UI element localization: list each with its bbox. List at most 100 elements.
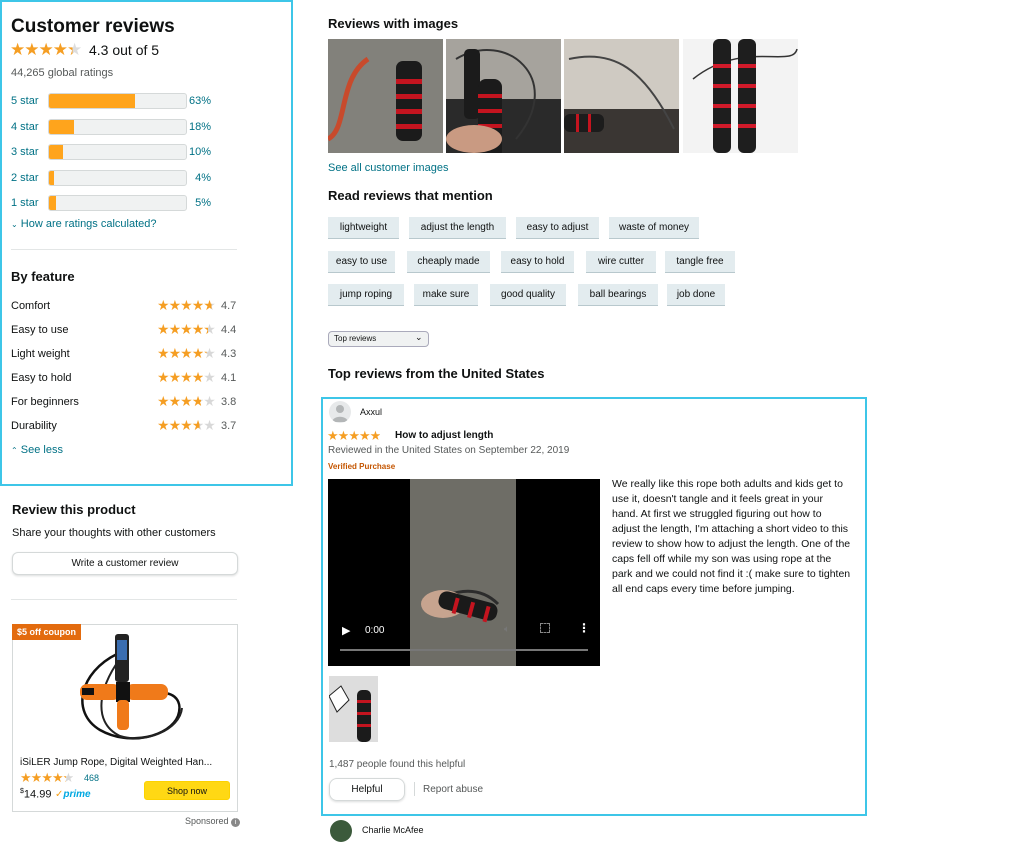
- mention-chip[interactable]: wire cutter: [586, 251, 656, 273]
- star-icon: ★: [358, 428, 371, 443]
- ad-rating-count[interactable]: 468: [84, 773, 99, 783]
- star-icon: ★: [203, 393, 216, 409]
- feature-stars-icon: ★★★★★: [157, 297, 216, 314]
- avatar-icon[interactable]: [330, 820, 352, 842]
- histogram-percent[interactable]: 5%: [171, 197, 211, 209]
- star-icon: ★: [180, 345, 193, 361]
- histogram-bar[interactable]: [48, 195, 187, 211]
- histogram-percent[interactable]: 4%: [171, 172, 211, 184]
- sort-reviews-select[interactable]: Top reviews: [328, 331, 429, 347]
- star-icon: ★: [348, 428, 360, 443]
- feature-name: Light weight: [11, 348, 70, 360]
- review-rating-stars-icon[interactable]: ★★★★★: [327, 428, 382, 444]
- mention-chip[interactable]: make sure: [414, 284, 478, 306]
- star-icon: ★: [180, 321, 193, 337]
- helpful-button[interactable]: Helpful: [329, 778, 405, 801]
- see-less-label[interactable]: See less: [21, 444, 63, 456]
- info-icon[interactable]: i: [231, 818, 241, 827]
- review-image-thumbnail[interactable]: [328, 39, 443, 153]
- histogram-percent[interactable]: 63%: [171, 95, 211, 107]
- prime-label: prime: [63, 789, 91, 800]
- star-icon: ★: [41, 770, 53, 785]
- star-icon: ★: [203, 369, 216, 385]
- histogram-row[interactable]: 1 star 5%: [11, 195, 281, 211]
- see-less-link[interactable]: ⌃ See less: [11, 444, 63, 456]
- star-icon: ★: [51, 770, 64, 785]
- mention-chip[interactable]: adjust the length: [409, 217, 506, 239]
- star-icon: ★: [191, 369, 205, 385]
- fullscreen-icon[interactable]: [540, 623, 550, 633]
- star-full-icon: ★: [10, 40, 25, 59]
- star-icon: ★: [180, 297, 193, 313]
- jump-rope-product-image[interactable]: [60, 632, 190, 750]
- star-icon: ★: [157, 369, 170, 385]
- histogram-row[interactable]: 4 star 18%: [11, 119, 281, 135]
- ad-product-title[interactable]: iSiLER Jump Rope, Digital Weighted Han..…: [20, 757, 230, 768]
- how-ratings-calculated-link[interactable]: ⌄ How are ratings calculated?: [11, 218, 157, 230]
- star-icon: ★: [157, 297, 170, 313]
- mention-chip[interactable]: jump roping: [328, 284, 404, 306]
- star-icon: ★: [168, 393, 182, 409]
- verified-purchase-badge: Verified Purchase: [328, 462, 396, 471]
- ad-price: $14.99: [20, 788, 51, 801]
- customer-reviews-title: Customer reviews: [11, 16, 175, 37]
- histogram-label[interactable]: 2 star: [11, 172, 39, 184]
- play-icon[interactable]: ▶: [342, 624, 350, 637]
- histogram-label[interactable]: 3 star: [11, 146, 39, 158]
- write-review-button[interactable]: Write a customer review: [12, 552, 238, 575]
- histogram-bar[interactable]: [48, 170, 187, 186]
- ad-price-value: 14.99: [23, 788, 52, 801]
- mention-chip[interactable]: tangle free: [665, 251, 735, 273]
- star-icon: ★: [337, 428, 350, 443]
- mention-chip[interactable]: easy to adjust: [516, 217, 599, 239]
- histogram-bar[interactable]: [48, 144, 187, 160]
- mention-chip[interactable]: cheaply made: [407, 251, 490, 273]
- mention-chip[interactable]: good quality: [490, 284, 566, 306]
- histogram-label[interactable]: 1 star: [11, 197, 39, 209]
- top-reviews-title: Top reviews from the United States: [328, 366, 545, 381]
- histogram-percent[interactable]: 10%: [171, 146, 211, 158]
- reviewer-name[interactable]: Axxul: [360, 407, 382, 417]
- star-icon: ★: [369, 428, 382, 443]
- mention-chip[interactable]: easy to use: [328, 251, 395, 273]
- volume-icon[interactable]: 🔈︎: [504, 624, 510, 635]
- see-all-customer-images-link[interactable]: See all customer images: [328, 162, 448, 174]
- histogram-row[interactable]: 5 star 63%: [11, 93, 281, 109]
- avatar-icon[interactable]: [329, 401, 351, 423]
- star-icon: ★: [20, 770, 32, 785]
- mention-chip[interactable]: ball bearings: [578, 284, 658, 306]
- star-icon: ★: [191, 393, 205, 409]
- star-icon: ★: [157, 321, 170, 337]
- feature-stars-icon: ★★★★★: [157, 369, 216, 386]
- mention-chip[interactable]: job done: [667, 284, 725, 306]
- histogram-row[interactable]: 3 star 10%: [11, 144, 281, 160]
- review-video-player[interactable]: [328, 479, 600, 666]
- sponsored-label: Sponsored i: [185, 816, 241, 827]
- review-image-thumbnail[interactable]: [683, 39, 798, 153]
- histogram-bar[interactable]: [48, 93, 187, 109]
- review-this-product-subtitle: Share your thoughts with other customers: [12, 527, 216, 539]
- mention-chip[interactable]: lightweight: [328, 217, 399, 239]
- review-title[interactable]: How to adjust length: [395, 430, 493, 441]
- mentions-title: Read reviews that mention: [328, 188, 493, 203]
- histogram-bar[interactable]: [48, 119, 187, 135]
- how-ratings-calculated-label[interactable]: How are ratings calculated?: [21, 218, 157, 230]
- feature-value: 4.3: [221, 348, 237, 360]
- helpful-count: 1,487 people found this helpful: [329, 759, 466, 770]
- mention-chip[interactable]: easy to hold: [501, 251, 574, 273]
- mention-chip[interactable]: waste of money: [609, 217, 699, 239]
- histogram-label[interactable]: 5 star: [11, 95, 39, 107]
- by-feature-title: By feature: [11, 269, 75, 284]
- histogram-label[interactable]: 4 star: [11, 121, 39, 133]
- star-icon: ★: [157, 393, 170, 409]
- more-options-icon[interactable]: ⋮: [578, 621, 590, 635]
- review-attached-image-thumbnail[interactable]: [329, 676, 378, 742]
- review-image-thumbnail[interactable]: [446, 39, 561, 153]
- shop-now-button[interactable]: Shop now: [144, 781, 230, 800]
- report-abuse-link[interactable]: Report abuse: [423, 784, 483, 795]
- histogram-row[interactable]: 2 star 4%: [11, 170, 281, 186]
- histogram-percent[interactable]: 18%: [171, 121, 211, 133]
- star-icon: ★: [180, 369, 193, 385]
- video-time: 0:00: [365, 625, 385, 636]
- review-image-thumbnail[interactable]: [564, 39, 679, 153]
